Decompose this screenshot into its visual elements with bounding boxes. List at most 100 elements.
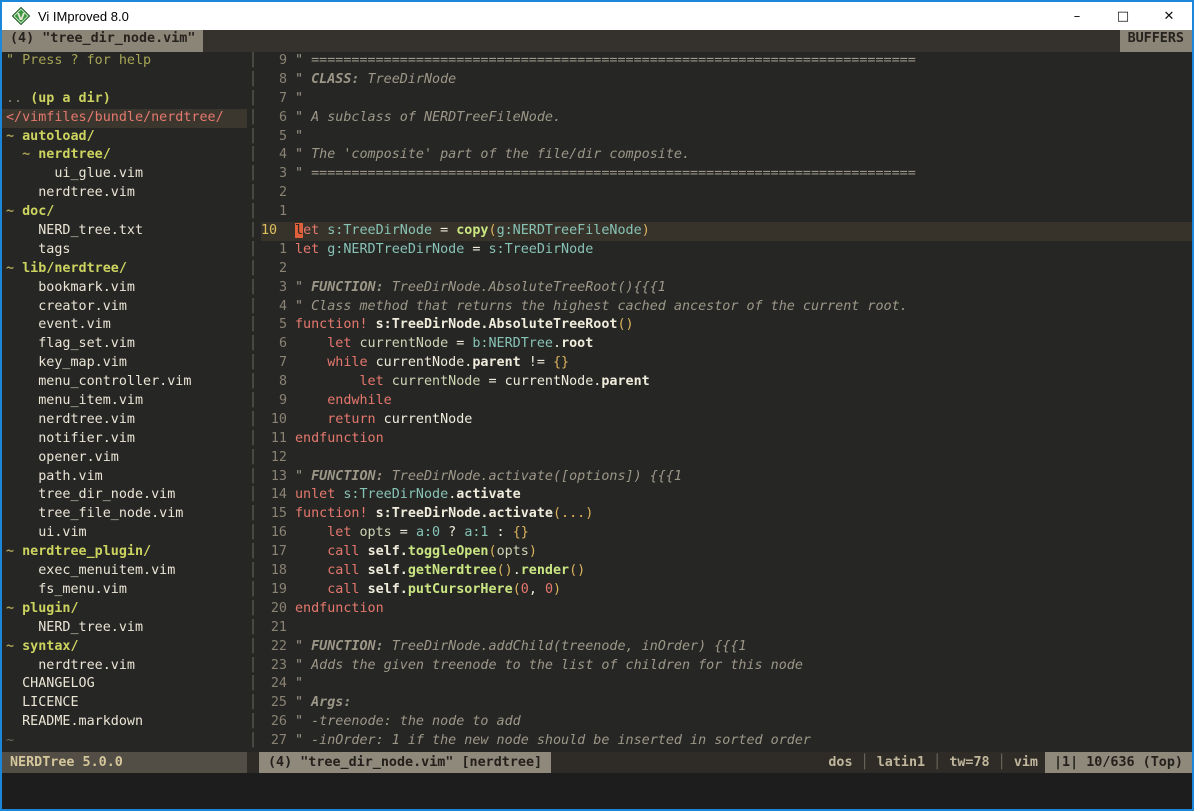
code-line[interactable]: 2 <box>261 184 1192 203</box>
code-token: autoload/ <box>22 129 95 144</box>
tree-item[interactable]: key_map.vim <box>6 354 247 373</box>
code-token: activate <box>456 487 521 502</box>
tree-item[interactable]: nerdtree.vim <box>6 657 247 676</box>
tree-item[interactable]: README.markdown <box>6 713 247 732</box>
statusline-fileinfo: dos │ latin1 │ tw=78 │ vim <box>828 752 1038 773</box>
code-line[interactable]: 13" FUNCTION: TreeDirNode.activate([opti… <box>261 468 1192 487</box>
tree-item[interactable]: tree_dir_node.vim <box>6 486 247 505</box>
tree-item[interactable]: ~ nerdtree_plugin/ <box>6 543 247 562</box>
code-token: opts <box>360 525 392 540</box>
code-line[interactable]: 1let g:NERDTreeDirNode = s:TreeDirNode <box>261 241 1192 260</box>
code-token: exec_menuitem.vim <box>6 563 175 578</box>
code-line[interactable]: 23" Adds the given treenode to the list … <box>261 657 1192 676</box>
code-token: et <box>303 223 319 238</box>
code-line[interactable]: 11endfunction <box>261 430 1192 449</box>
tree-item[interactable]: menu_item.vim <box>6 392 247 411</box>
code-line[interactable]: 4" Class method that returns the highest… <box>261 298 1192 317</box>
tree-item[interactable]: " Press ? for help <box>6 52 247 71</box>
tree-item[interactable]: NERD_tree.vim <box>6 619 247 638</box>
code-line[interactable]: 21 <box>261 619 1192 638</box>
tree-item[interactable]: NERD_tree.txt <box>6 222 247 241</box>
tree-item[interactable]: tree_file_node.vim <box>6 505 247 524</box>
tree-item[interactable]: nerdtree.vim <box>6 184 247 203</box>
code-token: : <box>489 525 513 540</box>
code-line-current[interactable]: 10let s:TreeDirNode = copy(g:NERDTreeFil… <box>261 222 1192 241</box>
tree-item[interactable]: fs_menu.vim <box>6 581 247 600</box>
tree-item[interactable]: opener.vim <box>6 449 247 468</box>
code-line[interactable]: 26" -treenode: the node to add <box>261 713 1192 732</box>
tree-item[interactable]: tags <box>6 241 247 260</box>
separator-glyph: │ <box>247 392 259 411</box>
tree-item[interactable]: nerdtree.vim <box>6 411 247 430</box>
tree-item[interactable]: event.vim <box>6 316 247 335</box>
code-line[interactable]: 2 <box>261 260 1192 279</box>
separator-glyph: │ <box>247 316 259 335</box>
tree-item[interactable]: exec_menuitem.vim <box>6 562 247 581</box>
line-number: 4 <box>261 298 287 317</box>
tree-item[interactable]: path.vim <box>6 468 247 487</box>
code-token: () <box>617 317 633 332</box>
tree-item[interactable]: flag_set.vim <box>6 335 247 354</box>
line-number: 11 <box>261 430 287 449</box>
tree-item[interactable]: notifier.vim <box>6 430 247 449</box>
tab-tree-dir-node[interactable]: (4) "tree_dir_node.vim" <box>2 30 203 52</box>
code-line[interactable]: 17 call self.toggleOpen(opts) <box>261 543 1192 562</box>
code-line[interactable]: 6 let currentNode = b:NERDTree.root <box>261 335 1192 354</box>
statusline-item: vim <box>1014 755 1038 770</box>
code-line[interactable]: 3" =====================================… <box>261 165 1192 184</box>
tree-item[interactable]: ~ autoload/ <box>6 128 247 147</box>
tree-item[interactable]: ~ plugin/ <box>6 600 247 619</box>
code-token: FUNCTION: <box>311 469 384 484</box>
code-token: endwhile <box>327 393 392 408</box>
code-line[interactable]: 9 endwhile <box>261 392 1192 411</box>
code-line[interactable]: 8 let currentNode = currentNode.parent <box>261 373 1192 392</box>
code-line[interactable]: 5function! s:TreeDirNode.AbsoluteTreeRoo… <box>261 316 1192 335</box>
tree-item[interactable]: ui.vim <box>6 524 247 543</box>
tree-item[interactable]: ~ doc/ <box>6 203 247 222</box>
tree-item[interactable]: ~ nerdtree/ <box>6 146 247 165</box>
code-line[interactable]: 1 <box>261 203 1192 222</box>
code-line[interactable]: 15function! s:TreeDirNode.activate(...) <box>261 505 1192 524</box>
code-line[interactable]: 20endfunction <box>261 600 1192 619</box>
code-line[interactable]: 22" FUNCTION: TreeDirNode.addChild(treen… <box>261 638 1192 657</box>
tree-item[interactable]: menu_controller.vim <box>6 373 247 392</box>
code-line[interactable]: 25" Args: <box>261 694 1192 713</box>
code-line[interactable]: 24" <box>261 675 1192 694</box>
nerdtree-root-path[interactable]: </vimfiles/bundle/nerdtree/ <box>2 109 247 128</box>
code-line[interactable]: 3" FUNCTION: TreeDirNode.AbsoluteTreeRoo… <box>261 279 1192 298</box>
code-line[interactable]: 4" The 'composite' part of the file/dir … <box>261 146 1192 165</box>
tree-item[interactable]: bookmark.vim <box>6 279 247 298</box>
code-line[interactable]: 6" A subclass of NERDTreeFileNode. <box>261 109 1192 128</box>
tree-item[interactable]: LICENCE <box>6 694 247 713</box>
close-button[interactable]: ✕ <box>1146 2 1192 30</box>
code-token: s:TreeDirNode.activate <box>376 506 553 521</box>
code-line[interactable]: 8" CLASS: TreeDirNode <box>261 71 1192 90</box>
code-line[interactable]: 18 call self.getNerdtree().render() <box>261 562 1192 581</box>
code-token: = <box>448 336 472 351</box>
tree-item[interactable]: .. (up a dir) <box>6 90 247 109</box>
tree-item[interactable]: ~ <box>6 732 247 751</box>
code-token: currentNode <box>376 412 473 427</box>
tree-item[interactable]: ui_glue.vim <box>6 165 247 184</box>
code-line[interactable]: 27" -inOrder: 1 if the new node should b… <box>261 732 1192 751</box>
vertical-split-separator[interactable]: │││││││││││││││││││││││││││││││││││││ <box>247 52 259 752</box>
code-token <box>368 317 376 332</box>
code-line[interactable]: 12 <box>261 449 1192 468</box>
code-line[interactable]: 7" <box>261 90 1192 109</box>
tree-item[interactable]: CHANGELOG <box>6 675 247 694</box>
code-line[interactable]: 10 return currentNode <box>261 411 1192 430</box>
tree-item[interactable]: ~ syntax/ <box>6 638 247 657</box>
minimize-button[interactable]: – <box>1054 2 1100 30</box>
code-line[interactable]: 5" <box>261 128 1192 147</box>
maximize-button[interactable]: □ <box>1100 2 1146 30</box>
code-line[interactable]: 19 call self.putCursorHere(0, 0) <box>261 581 1192 600</box>
command-line[interactable] <box>2 773 1192 809</box>
tree-item[interactable]: creator.vim <box>6 298 247 317</box>
code-line[interactable]: 9" =====================================… <box>261 52 1192 71</box>
code-line[interactable]: 14unlet s:TreeDirNode.activate <box>261 486 1192 505</box>
statusline: NERDTree 5.0.0 (4) "tree_dir_node.vim" [… <box>2 752 1192 773</box>
tree-item[interactable] <box>6 71 247 90</box>
code-line[interactable]: 7 while currentNode.parent != {} <box>261 354 1192 373</box>
tree-item[interactable]: ~ lib/nerdtree/ <box>6 260 247 279</box>
code-line[interactable]: 16 let opts = a:0 ? a:1 : {} <box>261 524 1192 543</box>
